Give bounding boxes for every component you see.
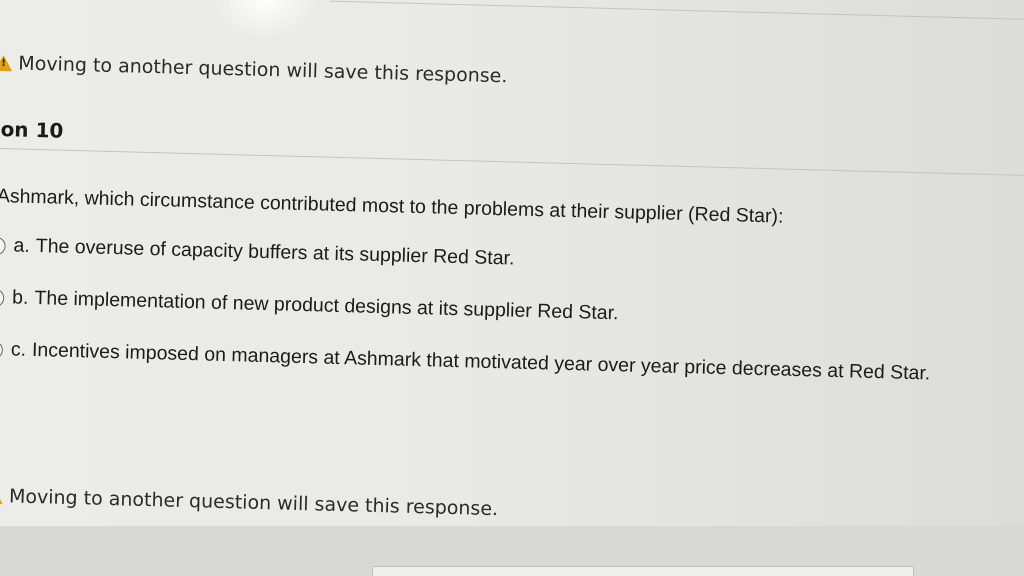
save-warning-text: Moving to another question will save thi… [18,52,508,88]
option-a[interactable]: a. The overuse of capacity buffers at it… [0,234,515,271]
question-divider [0,147,1024,176]
radio-button-a[interactable] [0,236,6,255]
question-page: Moving to another question will save thi… [0,0,1024,576]
radio-button-b[interactable] [0,288,5,307]
option-b[interactable]: b. The implementation of new product des… [0,286,619,326]
option-c-label: Incentives imposed on managers at Ashmar… [31,338,931,385]
save-warning-top: Moving to another question will save thi… [0,52,508,87]
question-text: Ashmark, which circumstance contributed … [0,184,784,228]
save-warning-text: Moving to another question will save thi… [8,485,499,521]
warning-icon [0,54,13,72]
save-warning-bottom: Moving to another question will save thi… [0,485,498,520]
option-c-letter: c. [10,338,27,361]
top-divider [330,0,1024,20]
option-c[interactable]: c. Incentives imposed on managers at Ash… [0,338,931,386]
page-content: Moving to another question will save thi… [0,0,1024,576]
radio-button-c[interactable] [0,340,4,359]
option-a-label: The overuse of capacity buffers at its s… [35,235,515,270]
footer-button[interactable] [372,566,914,576]
question-title: on 10 [0,117,64,143]
option-a-letter: a. [13,234,31,257]
warning-icon [0,487,4,505]
option-b-label: The implementation of new product design… [34,287,619,325]
option-b-letter: b. [11,286,29,309]
